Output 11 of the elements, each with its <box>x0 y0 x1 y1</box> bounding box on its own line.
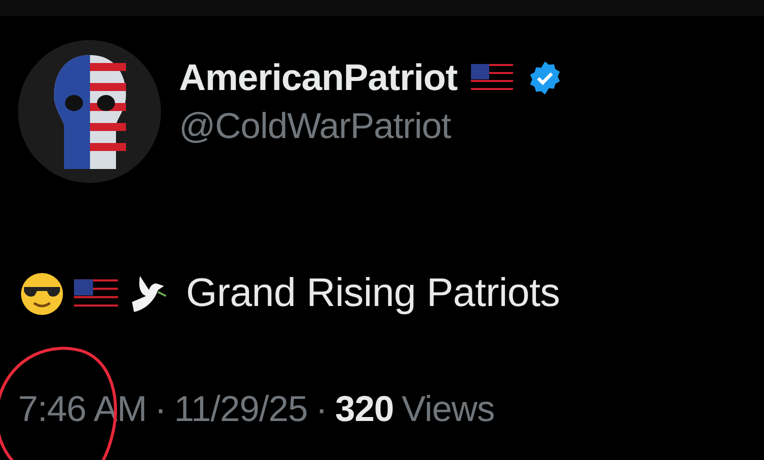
separator-dot: · <box>316 388 328 430</box>
post-date[interactable]: 11/29/25 <box>174 388 308 430</box>
author-name[interactable]: AmericanPatriot <box>179 56 458 98</box>
views-count: 320 <box>335 388 394 430</box>
sunglasses-face-icon <box>20 272 64 316</box>
separator-dot: · <box>154 388 166 430</box>
author-handle[interactable]: @ColdWarPatriot <box>179 104 564 146</box>
flag-icon <box>471 64 514 92</box>
flag-icon <box>74 278 118 308</box>
views-label: Views <box>402 388 495 430</box>
post-text: Grand Rising Patriots <box>186 271 560 316</box>
